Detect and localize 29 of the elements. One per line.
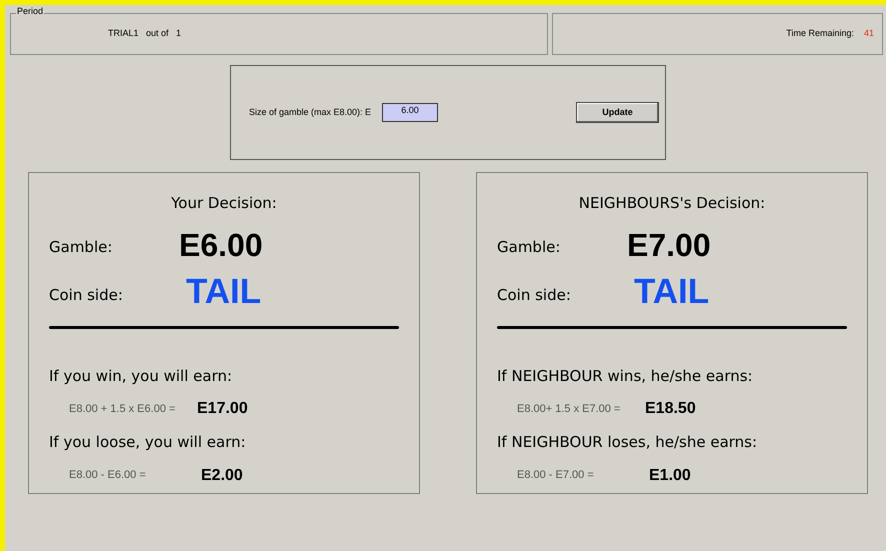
- outcome-amount: E2.00: [201, 466, 243, 486]
- outcome-amount: E17.00: [197, 399, 248, 419]
- coin-side-value: TAIL: [634, 274, 710, 308]
- outcome-label: If you win, you will earn:: [49, 366, 234, 386]
- time-remaining-label: Time Remaining:: [786, 27, 854, 40]
- gamble-size-label: Size of gamble (max E8.00): E: [249, 106, 372, 119]
- coin-side-label: Coin side:: [497, 285, 572, 306]
- period-legend: Period: [16, 7, 44, 16]
- time-remaining-value: 41: [864, 27, 874, 40]
- outcome-amount: E18.50: [645, 399, 696, 419]
- outcome-formula: E8.00+ 1.5 x E7.00 =: [517, 402, 622, 417]
- panel-title: Your Decision:: [170, 193, 278, 214]
- outcome-amount: E1.00: [649, 466, 691, 486]
- trial-text: TRIAL1 out of 1: [108, 27, 182, 40]
- coin-side-value: TAIL: [186, 274, 262, 308]
- gamble-label: Gamble:: [49, 237, 114, 258]
- coin-side-label: Coin side:: [49, 285, 124, 306]
- gamble-amount: E6.00: [179, 228, 263, 260]
- outcome-formula: E8.00 - E7.00 =: [517, 468, 595, 484]
- outcome-formula: E8.00 - E6.00 =: [69, 468, 147, 484]
- outcome-label: If NEIGHBOUR loses, he/she earns:: [497, 432, 758, 453]
- gamble-label: Gamble:: [497, 237, 562, 258]
- update-button[interactable]: Update: [576, 102, 659, 123]
- gamble-amount: E7.00: [627, 228, 711, 260]
- outcome-label: If NEIGHBOUR wins, he/she earns:: [497, 366, 754, 386]
- outcome-label: If you loose, you will earn:: [49, 432, 247, 453]
- panel-title: NEIGHBOURS's Decision:: [578, 193, 766, 214]
- outcome-formula: E8.00 + 1.5 x E6.00 =: [69, 402, 176, 417]
- gamble-size-field[interactable]: 6.00: [382, 103, 438, 122]
